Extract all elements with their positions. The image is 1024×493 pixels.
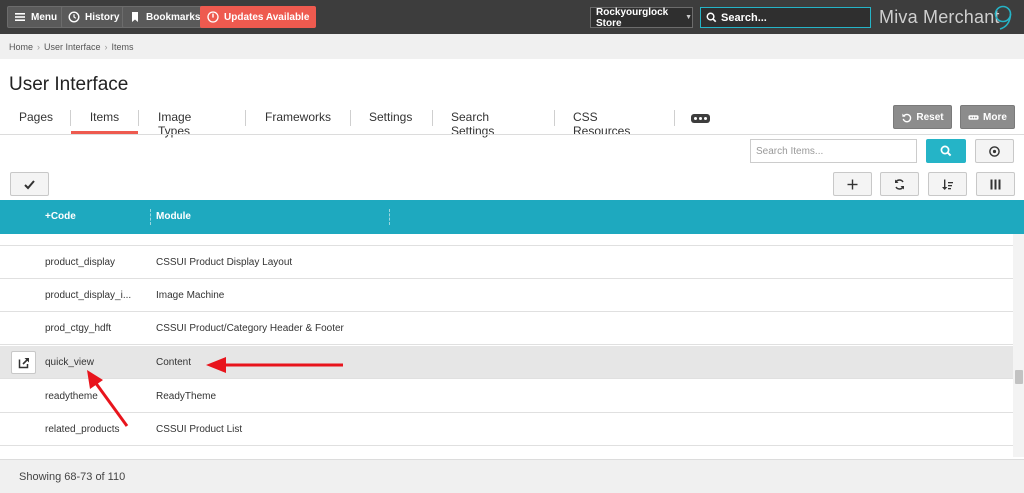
columns-button[interactable] bbox=[976, 172, 1015, 196]
menu-label: Menu bbox=[31, 11, 58, 23]
refresh-button[interactable] bbox=[880, 172, 919, 196]
bookmark-icon bbox=[132, 12, 138, 22]
external-link-icon bbox=[18, 357, 29, 368]
tab-label: Items bbox=[89, 110, 120, 124]
tab-frameworks[interactable]: Frameworks bbox=[265, 106, 331, 134]
cell-module: CSSUI Product Display Layout bbox=[156, 257, 293, 268]
cell-code: related_products bbox=[45, 424, 120, 435]
menu-button[interactable]: Menu bbox=[7, 6, 65, 28]
cell-code: product_display_i... bbox=[45, 290, 132, 301]
scrollbar-track[interactable] bbox=[1013, 234, 1024, 457]
tab-pages[interactable]: Pages bbox=[19, 106, 53, 134]
cell-module: Image Machine bbox=[156, 290, 225, 301]
tab-divider bbox=[245, 110, 246, 126]
breadcrumb-items: Items bbox=[111, 41, 134, 52]
miva-logo-icon bbox=[994, 5, 1012, 30]
breadcrumb-home[interactable]: Home bbox=[9, 42, 33, 52]
add-item-button[interactable] bbox=[833, 172, 872, 196]
items-search-input[interactable] bbox=[750, 139, 917, 163]
checkmark-icon bbox=[24, 179, 35, 189]
tab-label: Pages bbox=[19, 110, 54, 124]
table-row[interactable]: prod_ctgy_hdft CSSUI Product/Category He… bbox=[0, 312, 1013, 345]
table-row-selected[interactable]: quick_view Content bbox=[0, 346, 1013, 379]
target-icon bbox=[989, 145, 1000, 157]
tab-divider bbox=[138, 110, 139, 126]
search-icon bbox=[706, 12, 717, 23]
cell-module: ReadyTheme bbox=[156, 391, 217, 402]
search-settings-button[interactable] bbox=[975, 139, 1014, 163]
column-header-code[interactable]: +Code bbox=[45, 211, 76, 222]
columns-icon bbox=[990, 179, 1001, 189]
table-row bbox=[0, 234, 1013, 246]
bookmarks-label: Bookmarks bbox=[146, 11, 201, 23]
pagination-status: Showing 68-73 of 110 bbox=[19, 470, 126, 483]
table-row[interactable]: product_display_i... Image Machine bbox=[0, 279, 1013, 312]
top-bar: Menu History Bookmarks Updates Available… bbox=[0, 0, 1024, 34]
cell-module: CSSUI Product/Category Header & Footer bbox=[156, 323, 344, 334]
chevron-right-icon: › bbox=[104, 41, 108, 52]
cell-code: product_display bbox=[45, 257, 116, 268]
more-button[interactable]: More bbox=[960, 105, 1015, 129]
updates-label: Updates Available bbox=[224, 11, 310, 23]
table-row[interactable]: related_products CSSUI Product List bbox=[0, 413, 1013, 446]
table-row[interactable]: product_display CSSUI Product Display La… bbox=[0, 246, 1013, 279]
tab-settings[interactable]: Settings bbox=[369, 106, 412, 134]
column-resize-handle[interactable] bbox=[150, 209, 151, 225]
tab-divider bbox=[350, 110, 351, 126]
open-item-button[interactable] bbox=[11, 351, 36, 374]
breadcrumb-user-interface[interactable]: User Interface bbox=[44, 42, 101, 52]
global-search-input[interactable] bbox=[721, 11, 861, 24]
global-search bbox=[700, 7, 871, 28]
tab-divider bbox=[554, 110, 555, 126]
brand-wordmark: Miva Merchant bbox=[879, 6, 1000, 27]
scrollbar-thumb[interactable] bbox=[1015, 370, 1023, 384]
grid-footer: Showing 68-73 of 110 bbox=[0, 459, 1024, 493]
more-tabs-button[interactable] bbox=[691, 114, 710, 123]
tab-search-settings[interactable]: Search Settings bbox=[451, 106, 494, 138]
tab-label: Settings bbox=[369, 110, 413, 124]
reset-button[interactable]: Reset bbox=[893, 105, 952, 129]
cell-code: prod_ctgy_hdft bbox=[45, 323, 112, 334]
table-row[interactable]: readytheme ReadyTheme bbox=[0, 380, 1013, 413]
column-header-module[interactable]: Module bbox=[156, 211, 191, 222]
store-select[interactable]: Rockyourglock Store ▼ bbox=[590, 6, 693, 29]
tab-divider bbox=[70, 110, 71, 126]
search-button[interactable] bbox=[926, 139, 966, 163]
tab-divider bbox=[432, 110, 433, 126]
store-name: Rockyourglock Store bbox=[596, 6, 669, 29]
history-button[interactable]: History bbox=[61, 6, 127, 28]
cell-module: CSSUI Product List bbox=[156, 424, 243, 435]
undo-icon bbox=[902, 113, 912, 122]
clock-icon bbox=[68, 11, 80, 23]
page-title: User Interface bbox=[9, 74, 129, 95]
refresh-icon bbox=[895, 178, 904, 190]
tab-divider bbox=[674, 110, 675, 126]
cell-code: readytheme bbox=[45, 391, 98, 402]
select-all-button[interactable] bbox=[10, 172, 49, 196]
updates-available-button[interactable]: Updates Available bbox=[200, 6, 317, 28]
bookmarks-button[interactable]: Bookmarks bbox=[122, 6, 208, 28]
cell-code: quick_view bbox=[45, 357, 94, 368]
tab-underline-divider bbox=[0, 134, 1024, 135]
tab-css-resources[interactable]: CSS Resources bbox=[573, 106, 630, 138]
cell-module: Content bbox=[156, 357, 192, 368]
ellipsis-icon bbox=[968, 114, 979, 120]
grid-header: +Code Module bbox=[0, 200, 1024, 234]
plus-icon bbox=[847, 179, 858, 189]
sort-button[interactable] bbox=[928, 172, 967, 196]
chevron-right-icon: › bbox=[37, 41, 41, 52]
reset-label: Reset bbox=[916, 111, 944, 123]
tab-items[interactable]: Items bbox=[71, 106, 138, 134]
tab-label: Frameworks bbox=[265, 110, 332, 124]
breadcrumb: Home › User Interface › Items bbox=[0, 34, 1024, 59]
tab-image-types[interactable]: Image Types bbox=[158, 106, 191, 138]
sort-icon bbox=[942, 179, 953, 190]
power-icon bbox=[207, 11, 219, 23]
more-label: More bbox=[983, 111, 1007, 123]
hamburger-icon bbox=[15, 13, 25, 21]
history-label: History bbox=[85, 11, 120, 23]
search-icon bbox=[940, 145, 952, 157]
column-resize-handle[interactable] bbox=[389, 209, 390, 225]
caret-down-icon: ▼ bbox=[685, 14, 692, 21]
